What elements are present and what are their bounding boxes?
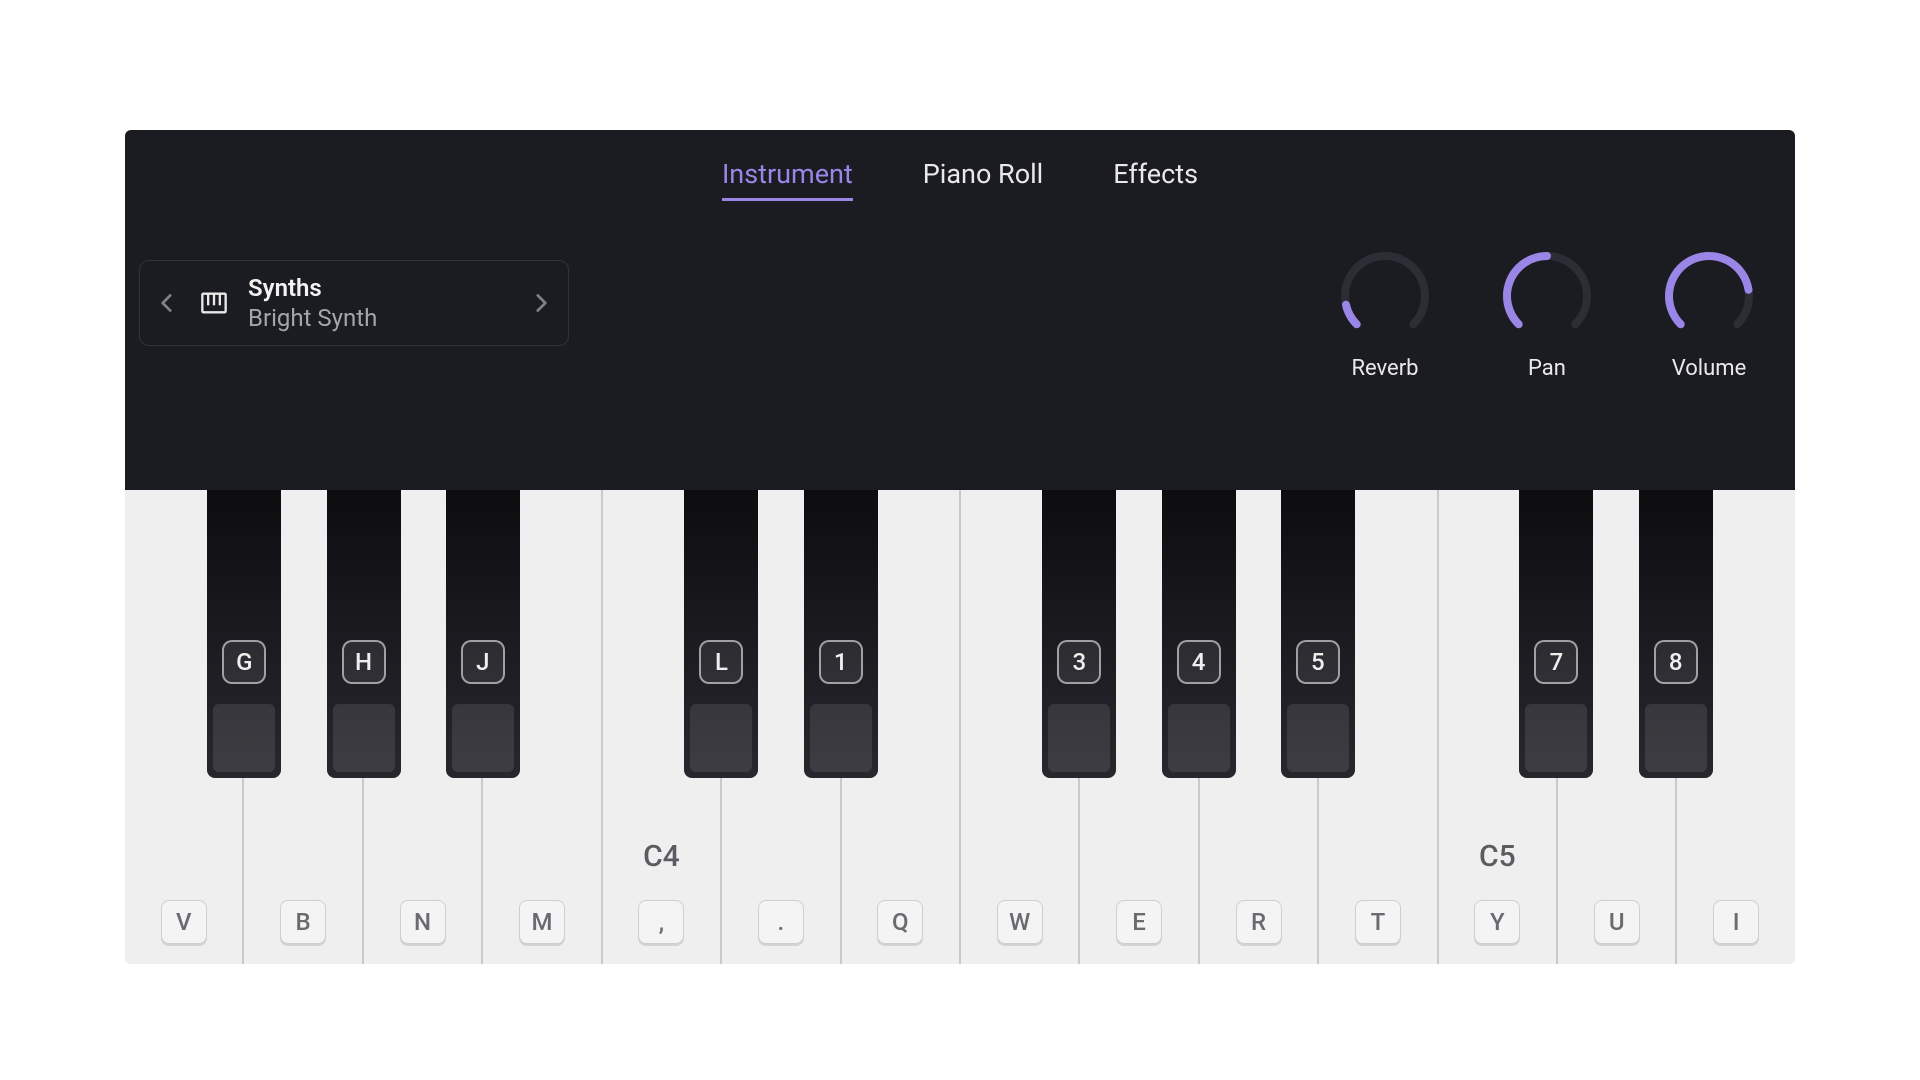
black-key-lip: [690, 704, 752, 772]
black-key-lip: [810, 704, 872, 772]
note-label: C5: [1479, 839, 1516, 874]
keycap-label: R: [1236, 900, 1282, 944]
tabs: Instrument Piano Roll Effects: [722, 158, 1198, 201]
keycap-label: Q: [877, 900, 923, 944]
black-key[interactable]: 1: [804, 490, 878, 778]
keycap-label: H: [342, 640, 386, 684]
instrument-category: Synths: [248, 273, 528, 303]
black-key-lip: [452, 704, 514, 772]
chevron-left-icon[interactable]: [154, 290, 180, 316]
black-key[interactable]: 5: [1281, 490, 1355, 778]
keycap-label: T: [1355, 900, 1401, 944]
synth-preset-icon: [200, 289, 228, 317]
keycap-label: G: [222, 640, 266, 684]
pan-knob[interactable]: [1501, 250, 1593, 342]
black-key[interactable]: 7: [1519, 490, 1593, 778]
black-key-lip: [1525, 704, 1587, 772]
synth-app: Instrument Piano Roll Effects Synths Brigh…: [125, 130, 1795, 964]
knob-volume: Volume: [1663, 250, 1755, 381]
keycap-label: 3: [1057, 640, 1101, 684]
keycap-label: 4: [1177, 640, 1221, 684]
keycap-label: 7: [1534, 640, 1578, 684]
keycap-label: V: [161, 900, 207, 944]
piano-keyboard: V B N M C4,. Q W E R T C5 Y U I G H J L 1 3 4 5 7 8: [125, 490, 1795, 964]
keycap-label: I: [1713, 900, 1759, 944]
tab-instrument[interactable]: Instrument: [722, 158, 853, 201]
keycap-label: M: [519, 900, 565, 944]
black-key[interactable]: 3: [1042, 490, 1116, 778]
note-label: C4: [643, 839, 680, 874]
header-panel: Instrument Piano Roll Effects Synths Brigh…: [125, 130, 1795, 490]
chevron-right-icon[interactable]: [528, 290, 554, 316]
keycap-label: 5: [1296, 640, 1340, 684]
knob-pan: Pan: [1501, 250, 1593, 381]
volume-knob[interactable]: [1663, 250, 1755, 342]
black-key[interactable]: G: [207, 490, 281, 778]
keycap-label: 1: [819, 640, 863, 684]
black-key-lip: [1048, 704, 1110, 772]
tab-effects[interactable]: Effects: [1113, 158, 1198, 201]
knob-reverb: Reverb: [1339, 250, 1431, 381]
black-key-lip: [213, 704, 275, 772]
knob-label: Volume: [1672, 356, 1747, 381]
black-key-lip: [333, 704, 395, 772]
instrument-name: Bright Synth: [248, 303, 528, 333]
keycap-label: 8: [1654, 640, 1698, 684]
knob-label: Reverb: [1351, 356, 1418, 381]
black-key[interactable]: 8: [1639, 490, 1713, 778]
keycap-label: L: [699, 640, 743, 684]
keycap-label: ,: [638, 900, 684, 944]
keycap-label: J: [461, 640, 505, 684]
black-key-lip: [1645, 704, 1707, 772]
black-key-lip: [1287, 704, 1349, 772]
black-key[interactable]: L: [684, 490, 758, 778]
black-key[interactable]: 4: [1162, 490, 1236, 778]
keycap-label: W: [997, 900, 1043, 944]
black-key-lip: [1168, 704, 1230, 772]
tab-piano-roll[interactable]: Piano Roll: [923, 158, 1043, 201]
black-key[interactable]: H: [327, 490, 401, 778]
knob-label: Pan: [1528, 356, 1566, 381]
keycap-label: U: [1594, 900, 1640, 944]
reverb-knob[interactable]: [1339, 250, 1431, 342]
instrument-picker[interactable]: Synths Bright Synth: [139, 260, 569, 346]
keycap-label: N: [400, 900, 446, 944]
instrument-picker-text: Synths Bright Synth: [248, 273, 528, 333]
knob-row: Reverb Pan Volume: [1339, 250, 1755, 381]
black-key[interactable]: J: [446, 490, 520, 778]
keycap-label: E: [1116, 900, 1162, 944]
keycap-label: B: [280, 900, 326, 944]
keycap-label: .: [758, 900, 804, 944]
keycap-label: Y: [1474, 900, 1520, 944]
